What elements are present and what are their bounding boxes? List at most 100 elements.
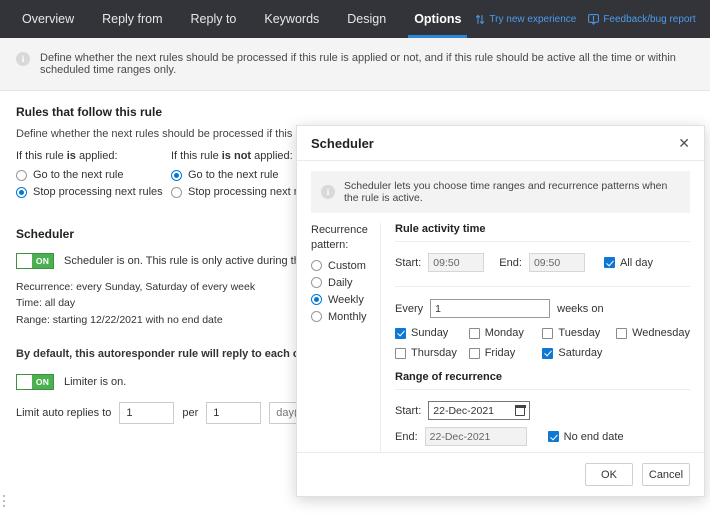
activity-start-input[interactable]: 09:50 (428, 253, 485, 272)
tab-reply-from[interactable]: Reply from (88, 0, 176, 38)
rule-applied-column: If this rule is applied: Go to the next … (16, 150, 171, 203)
weekday-checkbox-friday[interactable]: Friday (468, 347, 543, 359)
info-icon: i (16, 52, 30, 66)
radio-icon (311, 294, 322, 306)
checkbox-icon (395, 347, 406, 359)
range-end-label: End: (395, 430, 418, 443)
recurrence-option-daily[interactable]: Daily (311, 277, 372, 289)
recurrence-option-monthly[interactable]: Monthly (311, 311, 372, 323)
scheduler-dialog-main: Rule activity time Start: 09:50 End: 09:… (381, 223, 690, 452)
checkbox-icon (603, 257, 615, 268)
weekday-checkbox-monday[interactable]: Monday (468, 327, 543, 339)
scheduler-dialog-footer: OK Cancel (297, 452, 704, 496)
rule-applied-label: If this rule is applied: (16, 150, 171, 162)
scheduler-toggle-label: ON (35, 256, 50, 266)
checkbox-icon (395, 327, 406, 339)
nav-tab-list: Overview Reply from Reply to Keywords De… (0, 0, 475, 38)
scheduler-dialog-title: Scheduler (311, 135, 374, 151)
recurrence-option-monthly-label: Monthly (328, 310, 367, 323)
rule-not-applied-prefix: If this rule (171, 150, 222, 162)
radio-not-applied-go-next-label: Go to the next rule (188, 169, 279, 181)
range-end-row: End: 22-Dec-2021 No end date (395, 427, 690, 446)
recurrence-option-weekly-label: Weekly (328, 293, 364, 306)
weekday-label-thursday: Thursday (411, 347, 457, 359)
drag-handle[interactable] (3, 495, 5, 507)
weekday-label-monday: Monday (484, 327, 524, 339)
rule-applied-bold: is (66, 150, 76, 162)
activity-end-label: End: (499, 256, 522, 269)
checkbox-icon (468, 347, 480, 359)
radio-icon (311, 260, 322, 272)
scheduler-dialog-info: i Scheduler lets you choose time ranges … (311, 171, 690, 213)
recurrence-option-weekly[interactable]: Weekly (311, 294, 372, 306)
radio-applied-go-next-label: Go to the next rule (33, 169, 124, 181)
all-day-checkbox[interactable]: All day (603, 256, 653, 269)
range-start-input[interactable]: 22-Dec-2021 (428, 401, 531, 420)
scheduler-dialog-columns: Recurrence pattern: Custom Daily Weekly … (311, 223, 690, 452)
tab-reply-to[interactable]: Reply to (177, 0, 251, 38)
checkbox-icon (542, 327, 554, 339)
recurrence-option-custom[interactable]: Custom (311, 260, 372, 272)
weekday-checkbox-sunday[interactable]: Sunday (395, 327, 469, 339)
tab-keywords[interactable]: Keywords (250, 0, 333, 38)
radio-icon (16, 169, 27, 181)
weekday-checkbox-thursday[interactable]: Thursday (395, 347, 469, 359)
scheduler-dialog-header: Scheduler ✕ (297, 126, 704, 161)
close-icon[interactable]: ✕ (678, 136, 690, 150)
radio-applied-stop-label: Stop processing next rules (33, 186, 163, 198)
limit-value-input[interactable]: 1 (119, 402, 175, 425)
checkbox-icon (542, 347, 554, 359)
cancel-button[interactable]: Cancel (642, 463, 690, 486)
weekday-label-friday: Friday (484, 347, 516, 359)
tab-overview-label: Overview (22, 12, 75, 26)
every-suffix-label: weeks on (557, 302, 604, 315)
radio-icon (171, 169, 182, 181)
weekday-checkbox-tuesday[interactable]: Tuesday (542, 327, 616, 339)
weekday-label-sunday: Sunday (411, 327, 449, 339)
swap-vertical-icon (476, 14, 485, 24)
every-weeks-row: Every 1 weeks on (395, 299, 690, 318)
info-icon: i (321, 185, 335, 199)
range-of-recurrence-title: Range of recurrence (395, 371, 690, 390)
tab-reply-to-label: Reply to (190, 12, 237, 26)
tab-design-label: Design (347, 12, 387, 26)
checkbox-icon (547, 431, 559, 442)
scheduler-dialog: Scheduler ✕ i Scheduler lets you choose … (296, 125, 705, 497)
range-start-value: 22-Dec-2021 (433, 404, 494, 417)
rule-activity-time-row: Start: 09:50 End: 09:50 All day (395, 253, 690, 272)
recurrence-option-daily-label: Daily (328, 276, 353, 289)
feedback-icon (588, 13, 600, 25)
tab-overview[interactable]: Overview (8, 0, 88, 38)
weekday-checkbox-saturday[interactable]: Saturday (542, 347, 616, 359)
feedback-bug-report-link[interactable]: Feedback/bug report (588, 13, 696, 25)
every-prefix-label: Every (395, 302, 424, 315)
radio-applied-go-next[interactable]: Go to the next rule (16, 169, 171, 181)
activity-end-input[interactable]: 09:50 (528, 253, 585, 272)
scheduler-toggle[interactable]: ON (16, 253, 54, 269)
top-navbar: Overview Reply from Reply to Keywords De… (0, 0, 710, 38)
calendar-icon[interactable] (514, 405, 526, 416)
radio-applied-stop[interactable]: Stop processing next rules (16, 186, 171, 198)
scheduler-dialog-body: i Scheduler lets you choose time ranges … (297, 161, 704, 452)
feedback-bug-report-label: Feedback/bug report (603, 13, 696, 25)
page-info-banner: i Define whether the next rules should b… (0, 38, 710, 91)
try-new-experience-link[interactable]: Try new experience (475, 14, 576, 25)
weekday-checkbox-wednesday[interactable]: Wednesday (616, 327, 690, 339)
no-end-date-checkbox[interactable]: No end date (547, 430, 624, 443)
no-end-date-label: No end date (563, 430, 624, 443)
limiter-toggle-text: Limiter is on. (64, 376, 127, 389)
range-end-input[interactable]: 22-Dec-2021 (424, 427, 527, 446)
rule-not-applied-suffix: applied: (251, 150, 293, 162)
limiter-toggle[interactable]: ON (16, 374, 54, 391)
all-day-label: All day (619, 256, 653, 269)
weekday-label-wednesday: Wednesday (632, 327, 690, 339)
tab-options[interactable]: Options (400, 0, 475, 38)
range-start-label: Start: (395, 404, 422, 417)
every-interval-input[interactable]: 1 (430, 299, 551, 318)
tab-design[interactable]: Design (333, 0, 400, 38)
nav-right-actions: Try new experience Feedback/bug report (475, 0, 710, 38)
scheduler-dialog-info-text: Scheduler lets you choose time ranges an… (344, 180, 668, 204)
ok-button[interactable]: OK (585, 463, 633, 486)
radio-icon (16, 186, 27, 198)
per-value-input[interactable]: 1 (206, 402, 262, 425)
